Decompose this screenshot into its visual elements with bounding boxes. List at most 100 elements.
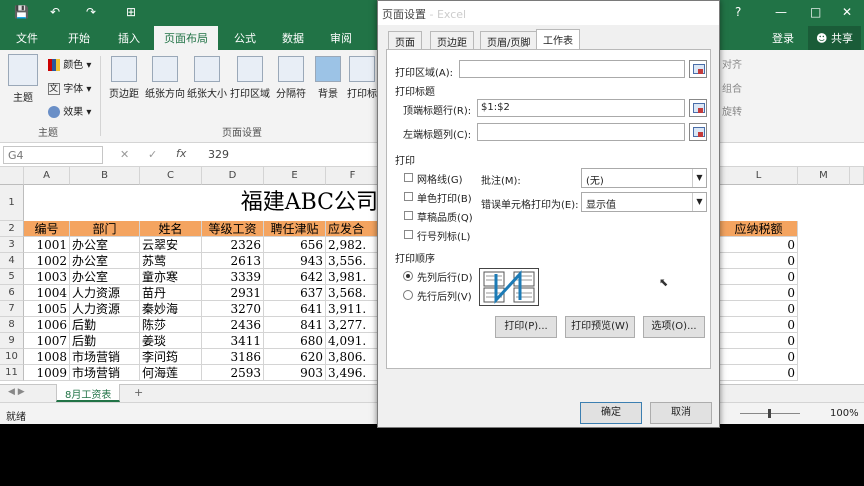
gridlines-checkbox[interactable] — [404, 173, 413, 182]
table-cell[interactable]: 后勤 — [70, 317, 140, 333]
options-button[interactable]: 选项(O)... — [643, 316, 705, 338]
header-cell[interactable]: 编号 — [24, 221, 70, 237]
sheet-title[interactable]: 福建ABC公司 — [24, 185, 380, 221]
col-header-a[interactable]: A — [24, 167, 70, 185]
over-then-down-radio[interactable] — [403, 290, 413, 300]
table-cell[interactable]: 641 — [264, 301, 326, 317]
add-sheet-icon[interactable]: + — [134, 386, 143, 399]
sheet-nav-icon[interactable]: ◀ ▶ — [8, 387, 25, 397]
errors-select[interactable]: 显示值 ▼ — [581, 192, 707, 212]
header-cell[interactable]: 姓名 — [140, 221, 202, 237]
group-button[interactable]: 组合 — [722, 80, 742, 95]
row-header[interactable]: 5 — [0, 269, 24, 285]
function-icon[interactable]: fx — [176, 147, 186, 160]
header-cell[interactable]: 聘任津贴 — [264, 221, 326, 237]
header-cell[interactable]: 应纳税额 — [720, 221, 798, 237]
table-cell[interactable]: 李问筠 — [140, 349, 202, 365]
table-cell[interactable]: 秦妙海 — [140, 301, 202, 317]
table-cell[interactable]: 637 — [264, 285, 326, 301]
col-header-b[interactable]: B — [70, 167, 140, 185]
table-cell[interactable]: 办公室 — [70, 253, 140, 269]
table-cell[interactable]: 0 — [720, 269, 798, 285]
table-cell[interactable]: 903 — [264, 365, 326, 381]
table-cell[interactable]: 1005 — [24, 301, 70, 317]
table-cell[interactable]: 市场营销 — [70, 365, 140, 381]
header-cell[interactable]: 等级工资 — [202, 221, 264, 237]
table-cell[interactable]: 后勤 — [70, 333, 140, 349]
row-header[interactable]: 6 — [0, 285, 24, 301]
mono-checkbox[interactable] — [404, 192, 413, 201]
rowcol-checkbox[interactable] — [404, 230, 413, 239]
table-cell[interactable]: 3,981. — [326, 269, 380, 285]
maximize-icon[interactable]: □ — [810, 5, 821, 19]
table-cell[interactable]: 1002 — [24, 253, 70, 269]
range-picker-icon[interactable] — [689, 99, 707, 117]
share-button[interactable]: ☻ 共享 — [808, 26, 861, 50]
table-cell[interactable]: 943 — [264, 253, 326, 269]
col-header-e[interactable]: E — [264, 167, 326, 185]
row-header[interactable]: 4 — [0, 253, 24, 269]
customize-icon[interactable]: ⊞ — [126, 5, 136, 19]
table-cell[interactable]: 苗丹 — [140, 285, 202, 301]
help-icon[interactable]: ? — [735, 5, 741, 19]
table-cell[interactable]: 0 — [720, 237, 798, 253]
effects-button[interactable]: 效果 ▾ — [48, 103, 91, 118]
table-cell[interactable]: 云翠安 — [140, 237, 202, 253]
table-cell[interactable]: 2931 — [202, 285, 264, 301]
tab-page[interactable]: 页面 — [388, 31, 422, 49]
table-cell[interactable]: 办公室 — [70, 269, 140, 285]
table-cell[interactable]: 0 — [720, 253, 798, 269]
formula-input[interactable]: 329 — [208, 148, 229, 161]
enter-icon[interactable]: ✓ — [148, 148, 157, 161]
tab-sheet[interactable]: 工作表 — [536, 29, 580, 50]
tab-page-layout[interactable]: 页面布局 — [154, 26, 218, 50]
row-header[interactable]: 7 — [0, 301, 24, 317]
range-picker-icon[interactable] — [689, 123, 707, 141]
table-cell[interactable]: 姜琰 — [140, 333, 202, 349]
table-cell[interactable]: 3,806. — [326, 349, 380, 365]
table-cell[interactable]: 3,277. — [326, 317, 380, 333]
table-cell[interactable]: 童亦寒 — [140, 269, 202, 285]
table-cell[interactable]: 2613 — [202, 253, 264, 269]
sheet-tab[interactable]: 8月工资表 — [56, 384, 121, 402]
table-cell[interactable]: 656 — [264, 237, 326, 253]
col-header-f[interactable]: F — [326, 167, 380, 185]
tab-insert[interactable]: 插入 — [118, 30, 140, 46]
print-button[interactable]: 打印(P)... — [495, 316, 557, 338]
table-cell[interactable]: 1009 — [24, 365, 70, 381]
background-button[interactable]: 背景 — [313, 56, 343, 100]
align-button[interactable]: 对齐 — [722, 56, 742, 71]
table-cell[interactable]: 680 — [264, 333, 326, 349]
left-cols-input[interactable] — [477, 123, 685, 141]
table-cell[interactable]: 市场营销 — [70, 349, 140, 365]
table-cell[interactable]: 0 — [720, 333, 798, 349]
table-cell[interactable]: 841 — [264, 317, 326, 333]
breaks-button[interactable]: 分隔符 — [273, 56, 309, 100]
row-header[interactable]: 9 — [0, 333, 24, 349]
header-cell[interactable]: 应发合 — [326, 221, 380, 237]
table-cell[interactable]: 0 — [720, 365, 798, 381]
header-cell[interactable]: 部门 — [70, 221, 140, 237]
table-cell[interactable]: 4,091. — [326, 333, 380, 349]
tab-margins[interactable]: 页边距 — [430, 31, 474, 49]
select-all-corner[interactable] — [0, 167, 24, 185]
row-header[interactable]: 10 — [0, 349, 24, 365]
row-header[interactable]: 3 — [0, 237, 24, 253]
top-rows-input[interactable]: $1:$2 — [477, 99, 685, 117]
table-cell[interactable]: 苏莺 — [140, 253, 202, 269]
row-header[interactable]: 8 — [0, 317, 24, 333]
table-cell[interactable]: 1004 — [24, 285, 70, 301]
minimize-icon[interactable]: — — [775, 5, 787, 19]
col-header-m[interactable]: M — [798, 167, 850, 185]
row-header[interactable]: 1 — [0, 185, 24, 221]
table-cell[interactable]: 3,556. — [326, 253, 380, 269]
table-cell[interactable]: 1008 — [24, 349, 70, 365]
table-cell[interactable]: 人力资源 — [70, 285, 140, 301]
zoom-level[interactable]: 100% — [830, 408, 859, 419]
print-area-input[interactable] — [459, 60, 685, 78]
table-cell[interactable]: 3,496. — [326, 365, 380, 381]
table-cell[interactable]: 1007 — [24, 333, 70, 349]
table-cell[interactable]: 3411 — [202, 333, 264, 349]
tab-formulas[interactable]: 公式 — [234, 30, 256, 46]
table-cell[interactable]: 0 — [720, 349, 798, 365]
